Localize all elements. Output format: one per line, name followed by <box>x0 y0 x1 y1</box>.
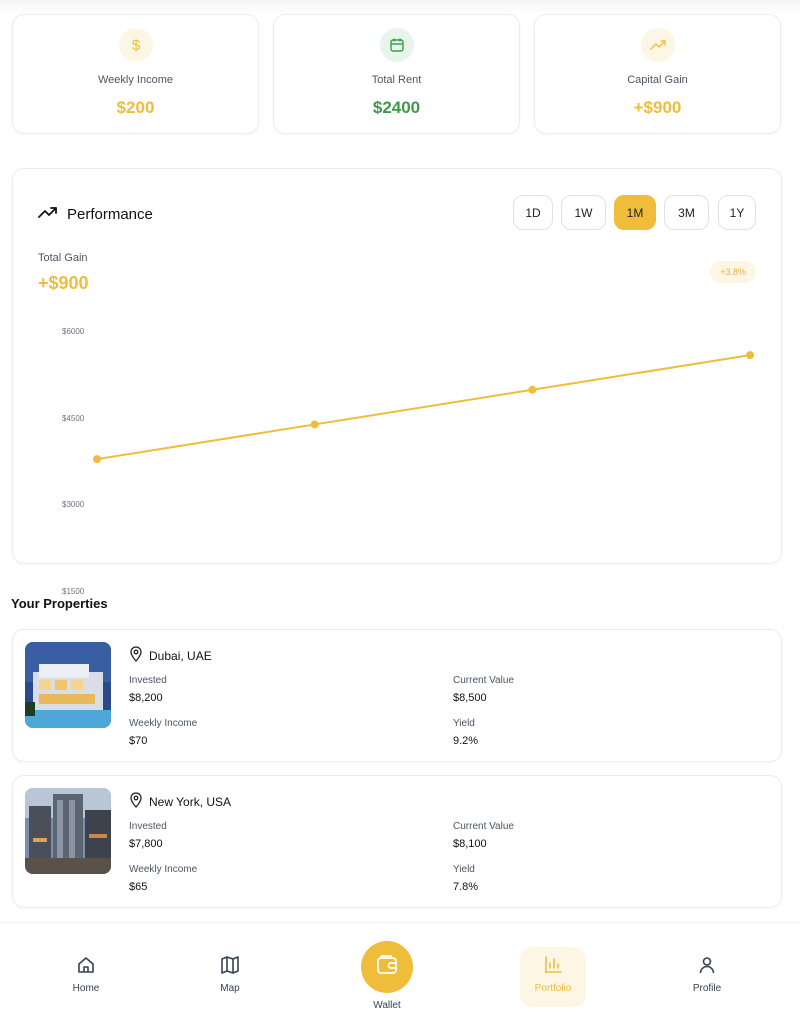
nav-profile-label: Profile <box>692 983 722 994</box>
stat-label: Weekly Income <box>98 74 173 86</box>
property-card-new-york[interactable]: New York, USA Invested $7,800 Current Va… <box>12 775 782 908</box>
performance-header: Performance <box>38 205 153 223</box>
nav-map[interactable]: Map <box>206 955 254 994</box>
dollar-icon: $ <box>118 28 153 62</box>
range-button-1m[interactable]: 1M <box>614 195 656 230</box>
invested-label: Invested <box>129 821 167 832</box>
total-gain-label: Total Gain <box>38 252 88 264</box>
nav-map-label: Map <box>220 983 240 994</box>
stat-card-weekly-income: $ Weekly Income $200 <box>12 14 259 134</box>
stat-value: $200 <box>116 98 155 117</box>
range-button-3m[interactable]: 3M <box>664 195 709 230</box>
user-icon <box>683 955 731 975</box>
range-button-1d[interactable]: 1D <box>513 195 553 230</box>
total-gain-value: +$900 <box>38 273 89 293</box>
y-tick-label: $3000 <box>62 500 85 510</box>
nav-portfolio[interactable]: Portfolio <box>522 955 584 994</box>
wallet-icon <box>375 953 399 982</box>
current-value: $8,500 <box>453 692 487 704</box>
nav-portfolio-label: Portfolio <box>534 983 572 994</box>
stat-card-capital-gain: Capital Gain +$900 <box>534 14 781 134</box>
property-image <box>25 788 111 874</box>
performance-title: Performance <box>67 205 153 223</box>
stat-label: Total Rent <box>371 74 422 86</box>
invested-value: $7,800 <box>129 838 163 850</box>
wallet-button[interactable] <box>361 941 413 993</box>
home-icon <box>62 955 110 975</box>
stat-label: Capital Gain <box>627 74 688 86</box>
yield-value: 9.2% <box>453 735 479 747</box>
current-value-label: Current Value <box>453 821 514 832</box>
nav-wallet[interactable]: Wallet <box>362 1000 412 1011</box>
your-properties-title: Your Properties <box>11 596 108 611</box>
percent-change-badge: +3.8% <box>710 261 756 283</box>
svg-text:$: $ <box>131 37 140 53</box>
stat-value: +$900 <box>633 98 682 117</box>
property-card-dubai[interactable]: Dubai, UAE Invested $8,200 Current Value… <box>12 629 782 762</box>
weekly-income-label: Weekly Income <box>129 718 198 729</box>
calendar-icon <box>379 28 414 62</box>
property-location-text: Dubai, UAE <box>149 648 212 663</box>
weekly-income-label: Weekly Income <box>129 864 198 875</box>
trending-up-icon <box>38 205 58 223</box>
property-location: New York, USA <box>129 792 231 811</box>
range-button-1w[interactable]: 1W <box>561 195 606 230</box>
performance-card: Performance 1D 1W 1M 3M 1Y Total Gain +$… <box>12 168 782 564</box>
bottom-navigation: Home Map Wallet Portfolio Profile <box>0 922 800 1024</box>
stat-card-total-rent: Total Rent $2400 <box>273 14 520 134</box>
weekly-income-value: $65 <box>129 881 148 893</box>
nav-wallet-label: Wallet <box>373 1000 401 1011</box>
current-value-label: Current Value <box>453 675 514 686</box>
bar-chart-icon <box>522 955 584 975</box>
trending-up-icon <box>640 28 675 62</box>
map-pin-icon <box>129 792 143 811</box>
yield-label: Yield <box>453 718 475 729</box>
map-icon <box>206 955 254 975</box>
range-button-1y[interactable]: 1Y <box>718 195 756 230</box>
invested-label: Invested <box>129 675 167 686</box>
nav-home[interactable]: Home <box>62 955 110 994</box>
y-tick-label: $6000 <box>62 327 85 336</box>
property-location: Dubai, UAE <box>129 646 212 665</box>
invested-value: $8,200 <box>129 692 163 704</box>
nav-home-label: Home <box>72 983 100 994</box>
current-value: $8,100 <box>453 838 487 850</box>
yield-value: 7.8% <box>453 881 479 893</box>
top-fade <box>0 0 800 14</box>
weekly-income-value: $70 <box>129 735 148 747</box>
nav-profile[interactable]: Profile <box>683 955 731 994</box>
yield-label: Yield <box>453 864 475 875</box>
y-tick-label: $4500 <box>62 413 85 423</box>
property-image <box>25 642 111 728</box>
property-location-text: New York, USA <box>149 794 232 809</box>
stat-value: $2400 <box>372 98 421 117</box>
map-pin-icon <box>129 646 143 665</box>
y-tick-label: $1500 <box>62 587 85 596</box>
